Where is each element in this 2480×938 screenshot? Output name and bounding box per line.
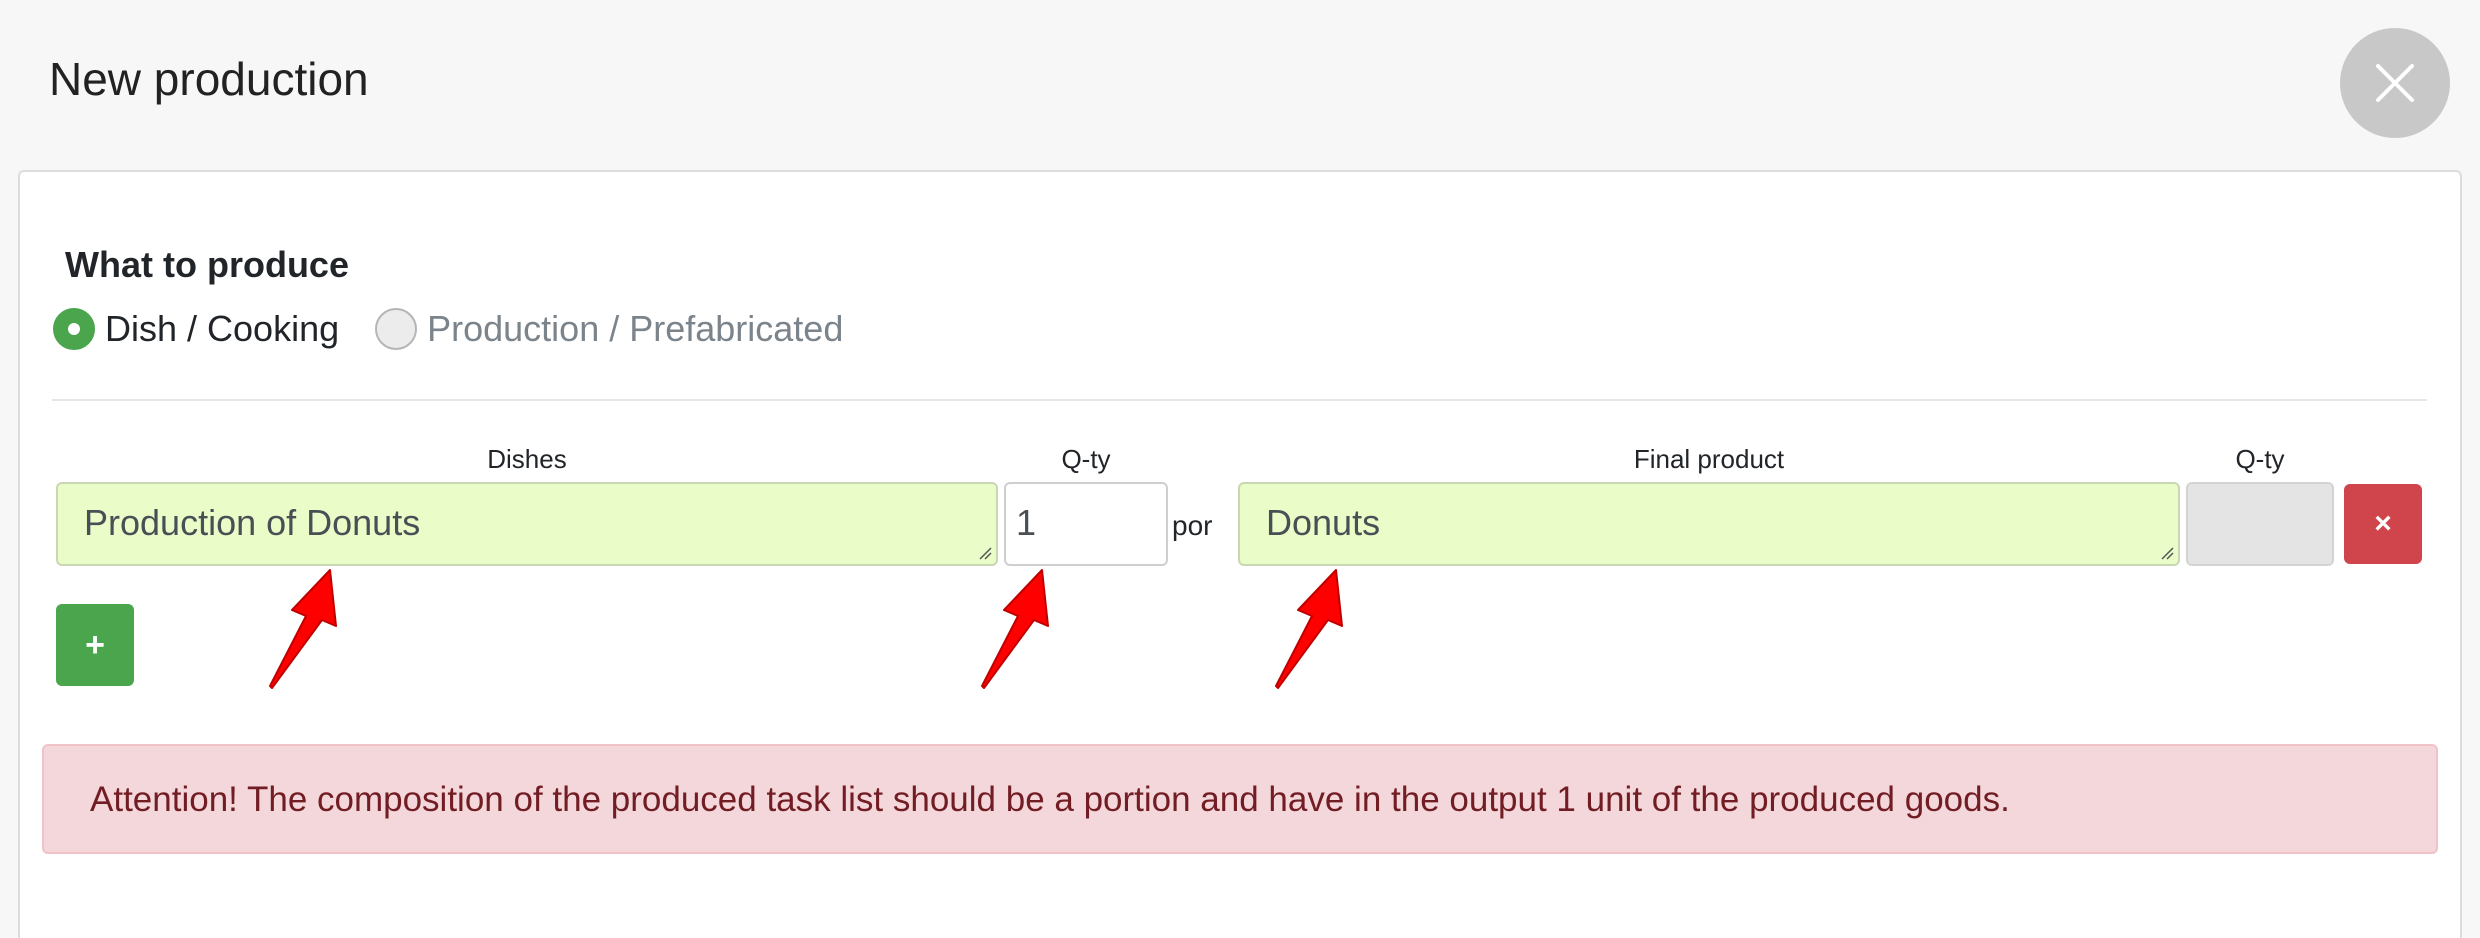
radio-checked-icon[interactable] — [53, 308, 95, 350]
radio-unchecked-icon[interactable] — [375, 308, 418, 350]
qty-input[interactable]: 1 — [1004, 482, 1168, 566]
resize-grip-icon[interactable] — [978, 546, 992, 560]
final-product-input-value: Donuts — [1266, 502, 1381, 543]
resize-grip-icon[interactable] — [2160, 546, 2174, 560]
dishes-column-header: Dishes — [487, 444, 567, 474]
attention-alert: Attention! The composition of the produc… — [42, 744, 2438, 854]
radio-dish-cooking-label[interactable]: Dish / Cooking — [105, 308, 339, 350]
section-divider — [52, 399, 2427, 401]
final-product-column-header: Final product — [1633, 444, 1785, 474]
por-label: por — [1172, 510, 1213, 541]
attention-alert-text: Attention! The composition of the produc… — [90, 780, 2010, 819]
dish-input[interactable]: Production of Donuts — [56, 482, 998, 566]
what-to-produce-label: What to produce — [65, 244, 349, 285]
qty-column-header: Q-ty — [1061, 444, 1111, 474]
final-product-input[interactable]: Donuts — [1238, 482, 2180, 566]
radio-production-prefabricated[interactable]: Production / Prefabricated — [375, 308, 843, 350]
close-icon — [2376, 64, 2414, 102]
annotation-arrow-icon — [1275, 569, 1343, 689]
annotation-arrow-icon — [981, 569, 1049, 689]
annotation-arrow-icon — [269, 569, 337, 689]
modal-title: New production — [49, 53, 369, 105]
radio-dish-cooking[interactable]: Dish / Cooking — [53, 308, 339, 350]
final-qty-column-header: Q-ty — [2235, 444, 2285, 474]
close-button[interactable] — [2340, 28, 2450, 138]
dish-input-value: Production of Donuts — [84, 502, 421, 543]
remove-row-button[interactable]: × — [2344, 484, 2422, 564]
production-type-radio-group: Dish / Cooking Production / Prefabricate… — [53, 304, 879, 354]
radio-production-prefabricated-label[interactable]: Production / Prefabricated — [427, 308, 843, 350]
final-qty-input[interactable] — [2186, 482, 2334, 566]
add-row-button[interactable]: + — [56, 604, 134, 686]
qty-input-value: 1 — [1016, 502, 1037, 543]
